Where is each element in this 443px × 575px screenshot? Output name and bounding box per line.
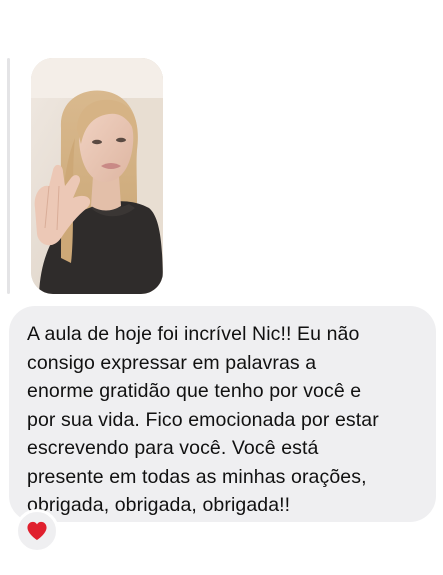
reaction-badge[interactable] [15, 509, 59, 553]
reply-indicator-bar [7, 58, 10, 294]
story-photo [31, 58, 163, 294]
message-bubble[interactable]: A aula de hoje foi incrível Nic!! Eu não… [9, 306, 436, 522]
heart-icon [27, 521, 47, 541]
message-text: A aula de hoje foi incrível Nic!! Eu não… [27, 323, 379, 516]
story-reply-thumbnail[interactable] [31, 58, 163, 294]
